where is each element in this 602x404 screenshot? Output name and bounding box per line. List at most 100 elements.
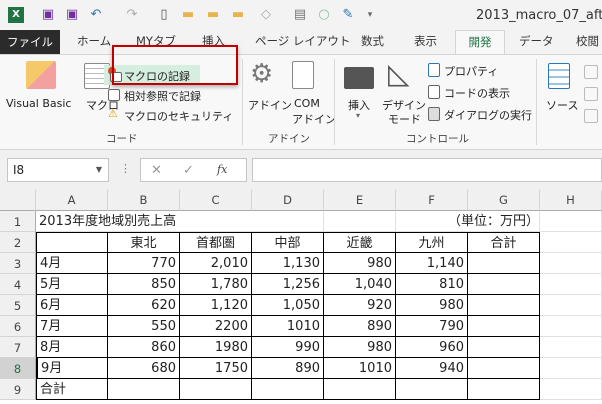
enter-icon[interactable]: ✓ bbox=[183, 163, 194, 178]
cell-E1[interactable] bbox=[324, 211, 396, 232]
macro-security-button[interactable]: ⚠ マクロのセキュリティ bbox=[108, 107, 238, 125]
cell-B8[interactable]: 680 bbox=[108, 358, 180, 379]
cell-D9[interactable] bbox=[252, 379, 324, 400]
tab-review[interactable]: 校閲 bbox=[576, 33, 599, 49]
formula-input[interactable] bbox=[252, 158, 602, 182]
redo-icon[interactable]: ↷ bbox=[124, 7, 140, 23]
cell-C2[interactable]: 首都圏 bbox=[180, 232, 252, 253]
cell-G6[interactable] bbox=[468, 316, 540, 337]
tab-file[interactable]: ファイル bbox=[0, 30, 60, 54]
cell-A8[interactable]: 9月 bbox=[36, 358, 108, 379]
name-box[interactable]: I8 ▼ bbox=[7, 158, 109, 182]
column-header-H[interactable]: H bbox=[540, 190, 602, 211]
column-header-E[interactable]: E bbox=[324, 190, 396, 211]
row-header-5[interactable]: 5 bbox=[0, 295, 36, 316]
cell-C9[interactable] bbox=[180, 379, 252, 400]
save-icon[interactable]: ▣ bbox=[40, 7, 56, 23]
column-header-F[interactable]: F bbox=[396, 190, 468, 211]
column-header-C[interactable]: C bbox=[180, 190, 252, 211]
cell-G9[interactable] bbox=[468, 379, 540, 400]
cell-C6[interactable]: 2200 bbox=[180, 316, 252, 337]
row-header-9[interactable]: 9 bbox=[0, 379, 36, 400]
cell-F5[interactable]: 980 bbox=[396, 295, 468, 316]
cell-C3[interactable]: 2,010 bbox=[180, 253, 252, 274]
row-header-2[interactable]: 2 bbox=[0, 232, 36, 253]
cell-H9[interactable] bbox=[540, 379, 602, 400]
tab-home[interactable]: ホーム bbox=[77, 33, 111, 49]
cell-F3[interactable]: 1,140 bbox=[396, 253, 468, 274]
cell-F8[interactable]: 940 bbox=[396, 358, 468, 379]
cell-G4[interactable] bbox=[468, 274, 540, 295]
cell-D4[interactable]: 1,256 bbox=[252, 274, 324, 295]
cell-D2[interactable]: 中部 bbox=[252, 232, 324, 253]
cell-B4[interactable]: 850 bbox=[108, 274, 180, 295]
folder-icon[interactable]: ▬ bbox=[205, 7, 221, 23]
tab-data[interactable]: データ bbox=[519, 33, 554, 49]
cell-C4[interactable]: 1,780 bbox=[180, 274, 252, 295]
cell-D7[interactable]: 990 bbox=[252, 337, 324, 358]
column-header-G[interactable]: G bbox=[468, 190, 540, 211]
new-file-icon[interactable]: ▯ bbox=[156, 7, 172, 23]
cell-B3[interactable]: 770 bbox=[108, 253, 180, 274]
insert-function-icon[interactable]: fx bbox=[217, 163, 227, 176]
row-header-1[interactable]: 1 bbox=[0, 211, 36, 232]
cell-G7[interactable] bbox=[468, 337, 540, 358]
column-header-B[interactable]: B bbox=[108, 190, 180, 211]
cell-C8[interactable]: 1750 bbox=[180, 358, 252, 379]
cell-B2[interactable]: 東北 bbox=[108, 232, 180, 253]
cell-B6[interactable]: 550 bbox=[108, 316, 180, 337]
cell-F1[interactable]: （単位：万円） bbox=[396, 211, 540, 232]
cell-B9[interactable] bbox=[108, 379, 180, 400]
customize-qat-icon[interactable]: ▾ bbox=[362, 7, 378, 23]
cell-A4[interactable]: 5月 bbox=[36, 274, 108, 295]
tab-view[interactable]: 表示 bbox=[414, 33, 437, 49]
cell-B7[interactable]: 860 bbox=[108, 337, 180, 358]
cell-C7[interactable]: 1980 bbox=[180, 337, 252, 358]
cell-E5[interactable]: 920 bbox=[324, 295, 396, 316]
cell-H6[interactable] bbox=[540, 316, 602, 337]
cell-D3[interactable]: 1,130 bbox=[252, 253, 324, 274]
select-all-corner[interactable] bbox=[0, 190, 36, 211]
relative-reference-button[interactable]: 相対参照で記録 bbox=[108, 87, 238, 105]
chevron-down-icon[interactable]: ▼ bbox=[96, 159, 102, 181]
cell-A2[interactable] bbox=[36, 232, 108, 253]
column-header-A[interactable]: A bbox=[36, 190, 108, 211]
cancel-icon[interactable]: ✕ bbox=[151, 163, 162, 178]
row-header-6[interactable]: 6 bbox=[0, 316, 36, 337]
cell-H8[interactable] bbox=[540, 358, 602, 379]
cell-G3[interactable] bbox=[468, 253, 540, 274]
cell-H3[interactable] bbox=[540, 253, 602, 274]
cell-H7[interactable] bbox=[540, 337, 602, 358]
cell-H5[interactable] bbox=[540, 295, 602, 316]
tab-page-layout[interactable]: ページ レイアウト bbox=[255, 33, 350, 49]
import-icon[interactable] bbox=[584, 87, 598, 101]
cell-F9[interactable] bbox=[396, 379, 468, 400]
save-as-icon[interactable]: ▣ bbox=[64, 7, 80, 23]
cell-A3[interactable]: 4月 bbox=[36, 253, 108, 274]
cell-A6[interactable]: 7月 bbox=[36, 316, 108, 337]
cell-C5[interactable]: 1,120 bbox=[180, 295, 252, 316]
cell-A1[interactable]: 2013年度地域別売上高 bbox=[36, 211, 252, 232]
cell-E3[interactable]: 980 bbox=[324, 253, 396, 274]
open-folder-icon[interactable]: ▬ bbox=[180, 7, 196, 23]
cell-H1[interactable] bbox=[540, 211, 602, 232]
cell-E4[interactable]: 1,040 bbox=[324, 274, 396, 295]
cell-H2[interactable] bbox=[540, 232, 602, 253]
cell-G5[interactable] bbox=[468, 295, 540, 316]
format-painter-icon[interactable]: ◇ bbox=[258, 7, 274, 23]
circle-icon[interactable]: ○ bbox=[316, 7, 332, 23]
cell-A9[interactable]: 合計 bbox=[36, 379, 108, 400]
cell-D1[interactable] bbox=[252, 211, 324, 232]
row-header-4[interactable]: 4 bbox=[0, 274, 36, 295]
export-icon[interactable] bbox=[584, 109, 598, 123]
cell-E2[interactable]: 近畿 bbox=[324, 232, 396, 253]
tab-developer[interactable]: 開発 bbox=[455, 30, 505, 55]
column-header-D[interactable]: D bbox=[252, 190, 324, 211]
row-header-3[interactable]: 3 bbox=[0, 253, 36, 274]
more-icon[interactable]: ⋮ bbox=[120, 162, 131, 175]
cell-H4[interactable] bbox=[540, 274, 602, 295]
tab-formulas[interactable]: 数式 bbox=[361, 33, 384, 49]
cell-E8[interactable]: 1010 bbox=[324, 358, 396, 379]
cell-E7[interactable]: 980 bbox=[324, 337, 396, 358]
row-header-8[interactable]: 8 bbox=[0, 358, 36, 379]
